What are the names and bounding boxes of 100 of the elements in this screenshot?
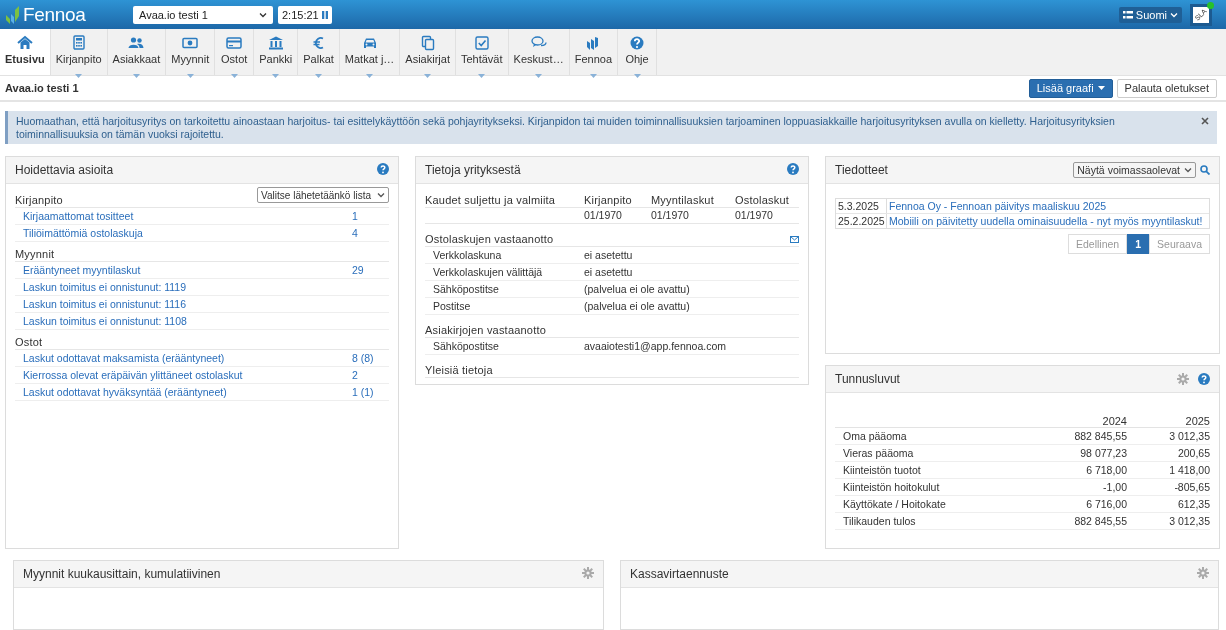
list-icon xyxy=(1122,10,1133,19)
task-link[interactable]: Laskut odottavat hyväksyntää (erääntyneet) xyxy=(23,386,352,398)
task-count[interactable]: 1 xyxy=(352,210,389,222)
nav-tab[interactable]: Ohje xyxy=(618,29,657,75)
filter-select[interactable]: Näytä voimassaolevat xyxy=(1073,162,1196,178)
nav-tab[interactable]: Ostot xyxy=(215,29,255,75)
table-cell-text: 6 716,00 xyxy=(1085,498,1127,510)
nav-tab[interactable]: Etusivu xyxy=(0,29,51,75)
section-heading: Asiakirjojen vastaanotto xyxy=(425,324,546,336)
row-label: Kiinteistön tuotot xyxy=(842,464,922,476)
help-icon[interactable] xyxy=(377,163,389,175)
row-label: Tilikauden tulos xyxy=(842,515,917,527)
checkbox-icon xyxy=(473,35,490,51)
logo-icon xyxy=(5,5,21,24)
task-count[interactable]: 4 xyxy=(352,227,389,239)
reset-button[interactable]: Palauta oletukset xyxy=(1116,78,1217,98)
mail-icon[interactable] xyxy=(790,235,799,243)
language-select[interactable]: Suomi xyxy=(1118,6,1182,23)
nav-tab[interactable]: Tehtävät xyxy=(455,29,509,75)
section-heading: Yleisiä tietoja xyxy=(425,364,493,376)
task-count[interactable]: 1 (1) xyxy=(352,386,389,398)
task-link[interactable]: Laskut odottavat maksamista (erääntyneet) xyxy=(23,352,352,364)
announcement-date: 25.2.2025 xyxy=(836,214,887,228)
field-value: ei asetettu xyxy=(584,249,633,261)
nav-tab[interactable]: Pankki xyxy=(254,29,299,75)
task-link[interactable]: Laskun toimitus ei onnistunut: 1119 xyxy=(23,281,389,293)
field-label: Sähköpostitse xyxy=(433,283,500,295)
table-cell-text: 01/1970 xyxy=(651,209,690,221)
row-label: Kiinteistön hoitokulut xyxy=(842,481,941,493)
nav-tab[interactable]: Asiakirjat xyxy=(400,29,456,75)
announcement-link[interactable]: Mobiili on päivitetty uudella ominaisuudella - nyt myös myyntilaskut! xyxy=(887,215,1203,227)
table-cell-text: 1 418,00 xyxy=(1168,464,1210,476)
row-label: Vieras pääoma xyxy=(842,447,915,459)
home-icon xyxy=(16,35,33,51)
help-icon[interactable] xyxy=(787,163,799,175)
people-icon xyxy=(128,35,145,51)
task-link[interactable]: Laskun toimitus ei onnistunut: 1116 xyxy=(23,298,389,310)
chevron-icon xyxy=(1184,167,1192,173)
panel-title: Kassavirtaennuste xyxy=(630,567,730,581)
table-cell-text: -805,65 xyxy=(1173,481,1210,493)
list-select[interactable]: Valitse lähetetäänkö lista xyxy=(257,187,389,203)
nav-tab[interactable]: Asiakkaat xyxy=(107,29,167,75)
announcement-date: 5.3.2025 xyxy=(836,199,887,213)
column-header: Ostolaskut xyxy=(735,194,790,206)
panel-title: Myynnit kuukausittain, kumulatiivinen xyxy=(23,567,222,581)
pagination-button[interactable]: 1 xyxy=(1127,234,1150,254)
panel-title: Hoidettavia asioita xyxy=(15,163,115,177)
field-value: (palvelua ei ole avattu) xyxy=(584,300,690,312)
task-link[interactable]: Kirjaamattomat tositteet xyxy=(23,210,352,222)
session-timer[interactable]: 2:15:21 xyxy=(278,5,332,24)
panel-title: Tietoja yrityksestä xyxy=(425,163,522,177)
table-cell-text: 3 012,35 xyxy=(1168,515,1210,527)
close-icon[interactable] xyxy=(1201,117,1209,125)
table-cell-text: 612,35 xyxy=(1176,498,1210,510)
nav-tab[interactable]: Palkat xyxy=(298,29,340,75)
calculator-icon xyxy=(70,35,87,51)
panel-title: Tunnusluvut xyxy=(835,372,901,386)
section-heading: Kaudet suljettu ja valmiita xyxy=(425,194,557,206)
banknote-icon xyxy=(182,35,199,51)
field-value: avaaiotesti1@app.fennoa.com xyxy=(584,340,726,352)
page-title: Avaa.io testi 1 xyxy=(5,82,80,94)
chevron-icon xyxy=(259,11,267,18)
nav-tab[interactable]: Fennoa xyxy=(569,29,618,75)
chevron-icon xyxy=(377,192,385,198)
table-cell-text: -1,00 xyxy=(1102,481,1127,493)
table-cell-text: 98 077,23 xyxy=(1079,447,1127,459)
table-cell-text: 200,65 xyxy=(1176,447,1210,459)
nav-tab[interactable]: Myynnit xyxy=(166,29,216,75)
task-link[interactable]: Erääntyneet myyntilaskut xyxy=(23,264,352,276)
table-cell-text: 6 718,00 xyxy=(1085,464,1127,476)
field-label: Sähköpostitse xyxy=(433,340,500,352)
alert-message: Huomaathan, että harjoitusyritys on tarkoitettu ainoastaan harjoitus- tai esittelykäyttöön sekä pohjayritykseksi. Kirjanpidon tai muiden toiminnallisuuksien tarjoaminen loppuasiakkaille harjoitusyrityksen avulla on kielletty. Harjoitusyrityksien toiminnallisuuksia on tämän vuoksi rajoitettu. xyxy=(16,115,1116,140)
column-header: 2024 xyxy=(1101,415,1127,427)
table-cell-text: 01/1970 xyxy=(735,209,774,221)
table-cell-text: 01/1970 xyxy=(584,209,623,221)
section-heading: Ostolaskujen vastaanotto xyxy=(425,233,554,245)
row-label: Oma pääoma xyxy=(842,430,908,442)
announcement-link[interactable]: Fennoa Oy - Fennoan päivitys maaliskuu 2025 xyxy=(887,200,1107,212)
bank-icon xyxy=(267,35,284,51)
task-link[interactable]: Tiliöimättömiä ostolaskuja xyxy=(23,227,352,239)
task-count[interactable]: 29 xyxy=(352,264,389,276)
task-link[interactable]: Laskun toimitus ei onnistunut: 1108 xyxy=(23,315,389,327)
chevron-icon xyxy=(1170,11,1178,18)
brand-name: Fennoa xyxy=(23,3,86,26)
add-chart-button[interactable]: Lisää graafi xyxy=(1028,78,1113,98)
card-icon xyxy=(226,35,243,51)
nav-tab[interactable]: Matkat j… xyxy=(339,29,401,75)
table-cell-text: 882 845,55 xyxy=(1073,430,1127,442)
company-select[interactable]: Avaa.io testi 1 xyxy=(133,5,273,24)
task-link[interactable]: Kierrossa olevat eräpäivän ylittäneet ostolaskut xyxy=(23,369,352,381)
table-cell-text: 882 845,55 xyxy=(1073,515,1127,527)
task-count[interactable]: 2 xyxy=(352,369,389,381)
pause-icon[interactable] xyxy=(321,10,328,19)
task-count[interactable]: 8 (8) xyxy=(352,352,389,364)
nav-tab[interactable]: Keskust… xyxy=(508,29,570,75)
nav-tab[interactable]: Kirjanpito xyxy=(50,29,108,75)
column-header: 2025 xyxy=(1184,415,1210,427)
help-icon[interactable] xyxy=(1198,373,1210,385)
search-icon[interactable] xyxy=(1200,165,1210,175)
field-label: Verkkolaskuna xyxy=(433,249,503,261)
